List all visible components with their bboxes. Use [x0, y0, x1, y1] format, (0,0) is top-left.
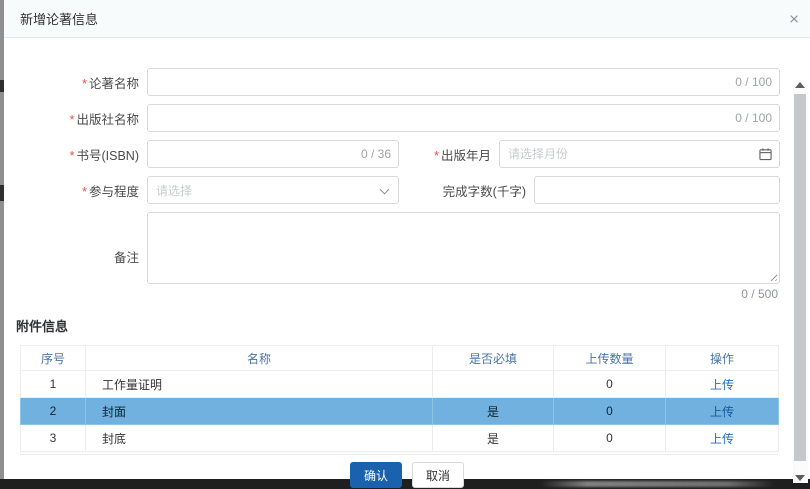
upload-link[interactable]: 上传	[710, 432, 734, 446]
required-marker: *	[70, 113, 75, 127]
required-marker: *	[434, 149, 439, 163]
col-header-no: 序号	[21, 346, 86, 371]
cell-action: 上传	[666, 371, 779, 398]
col-header-count: 上传数量	[554, 346, 666, 371]
word-count-label: 完成字数(千字)	[399, 181, 534, 200]
cell-name: 封面	[86, 398, 433, 425]
cell-required: 是	[433, 425, 554, 452]
isbn-input[interactable]	[147, 140, 399, 168]
form-row-isbn-date: *书号(ISBN) 0 / 36 *出版年月	[20, 140, 780, 168]
table-row[interactable]: 3 封底 是 0 上传	[21, 425, 779, 452]
add-publication-dialog: 新增论著信息 × *论著名称 0 / 100 *出版社名称 0 / 10	[4, 0, 810, 479]
table-row-selected[interactable]: 2 封面 是 0 上传	[21, 398, 779, 425]
required-marker: *	[70, 149, 75, 163]
form-row-publisher: *出版社名称 0 / 100	[20, 104, 780, 132]
dialog-header: 新增论著信息 ×	[4, 0, 810, 38]
publication-form: *论著名称 0 / 100 *出版社名称 0 / 100 *书号(ISB	[4, 38, 810, 301]
publish-month-label: *出版年月	[399, 145, 499, 164]
cell-required	[433, 371, 554, 398]
cell-no: 2	[21, 398, 86, 425]
remark-col: 0 / 500	[147, 212, 780, 301]
scroll-up-icon[interactable]	[795, 82, 805, 88]
dialog-body: *论著名称 0 / 100 *出版社名称 0 / 100 *书号(ISB	[4, 38, 810, 488]
cancel-button[interactable]: 取消	[412, 462, 464, 488]
participation-placeholder: 请选择	[156, 182, 192, 199]
form-row-remark: 备注 0 / 500	[20, 212, 780, 301]
publisher-label: *出版社名称	[20, 109, 147, 128]
cell-action: 上传	[666, 398, 779, 425]
remark-textarea-wrap	[147, 212, 780, 284]
calendar-icon[interactable]	[759, 148, 772, 161]
remark-label: 备注	[20, 247, 147, 266]
remark-counter: 0 / 500	[147, 287, 780, 301]
word-count-input-wrap	[534, 176, 780, 204]
table-row[interactable]: 1 工作量证明 0 上传	[21, 371, 779, 398]
isbn-input-wrap: 0 / 36	[147, 140, 399, 168]
book-title-input[interactable]	[147, 68, 780, 96]
publish-month-input-wrap	[499, 140, 780, 168]
scroll-down-icon[interactable]	[795, 475, 805, 481]
col-header-required: 是否必填	[433, 346, 554, 371]
confirm-button[interactable]: 确认	[350, 462, 402, 488]
dialog-footer: 确认 取消	[4, 462, 810, 488]
publisher-input[interactable]	[147, 104, 780, 132]
dialog-title: 新增论著信息	[20, 9, 98, 28]
book-title-label: *论著名称	[20, 73, 147, 92]
chevron-down-icon	[380, 185, 390, 195]
form-row-participation-words: *参与程度 请选择 完成字数(千字)	[20, 176, 780, 204]
cell-count: 0	[554, 425, 666, 452]
participation-label: *参与程度	[20, 181, 147, 200]
cell-count: 0	[554, 371, 666, 398]
form-row-book-title: *论著名称 0 / 100	[20, 68, 780, 96]
required-marker: *	[82, 77, 87, 91]
publisher-input-wrap: 0 / 100	[147, 104, 780, 132]
attachments-table: 序号 名称 是否必填 上传数量 操作 1 工作量证明 0 上传 2 封面	[20, 345, 779, 452]
required-marker: *	[82, 185, 87, 199]
cell-name: 工作量证明	[86, 371, 433, 398]
cell-action: 上传	[666, 425, 779, 452]
cell-no: 3	[21, 425, 86, 452]
book-title-input-wrap: 0 / 100	[147, 68, 780, 96]
table-bottom-rule	[20, 452, 778, 455]
publish-month-input[interactable]	[499, 140, 780, 168]
cell-no: 1	[21, 371, 86, 398]
cell-count: 0	[554, 398, 666, 425]
upload-link[interactable]: 上传	[710, 405, 734, 419]
attachments-section-title: 附件信息	[16, 316, 810, 335]
cell-required: 是	[433, 398, 554, 425]
scrollbar-thumb[interactable]	[794, 94, 806, 461]
col-header-name: 名称	[86, 346, 433, 371]
participation-select[interactable]: 请选择	[147, 176, 399, 204]
table-header-row: 序号 名称 是否必填 上传数量 操作	[21, 346, 779, 371]
remark-textarea[interactable]	[147, 212, 780, 284]
upload-link[interactable]: 上传	[710, 378, 734, 392]
isbn-label: *书号(ISBN)	[20, 145, 147, 164]
col-header-action: 操作	[666, 346, 779, 371]
word-count-input[interactable]	[534, 176, 780, 204]
close-icon[interactable]: ×	[789, 10, 799, 27]
cell-name: 封底	[86, 425, 433, 452]
vertical-scrollbar[interactable]	[793, 80, 808, 483]
